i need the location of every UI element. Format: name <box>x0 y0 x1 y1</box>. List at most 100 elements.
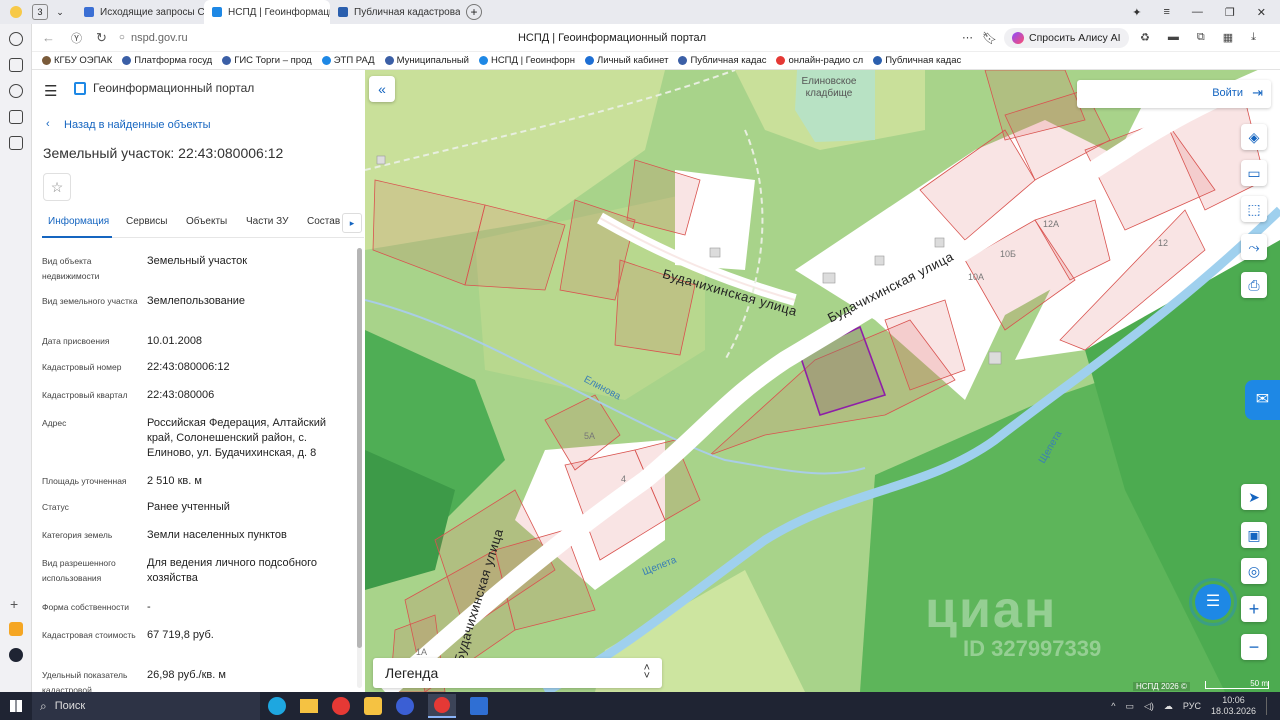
bookmark-item[interactable]: ГИС Торги – прод <box>222 55 312 66</box>
bookmark-item[interactable]: Платформа госуд <box>122 55 212 66</box>
panel-scrollbar[interactable] <box>357 248 362 688</box>
show-desktop-button[interactable] <box>1266 697 1274 715</box>
tab-list-chevron-icon[interactable]: ⌄ <box>52 7 68 18</box>
field-value[interactable]: 22:43:080006:12 <box>147 360 352 375</box>
login-icon[interactable]: ⇥ <box>1252 85 1263 101</box>
field-label: Статус <box>42 502 69 512</box>
yandex-browser-active-icon[interactable] <box>428 694 456 718</box>
download-icon[interactable]: ⤓ <box>1251 31 1256 44</box>
tab-services[interactable]: Сервисы <box>126 216 167 227</box>
bookmark-item[interactable]: ЭТП РАД <box>321 55 375 66</box>
tab-outgoing-requests[interactable]: Исходящие запросы СМЭ <box>76 0 204 24</box>
bookmark-icon[interactable]: 🔖︎ <box>982 31 997 45</box>
new-tab-button[interactable]: + <box>466 4 482 20</box>
reload-icon[interactable]: ↻ <box>96 30 107 46</box>
layers-icon[interactable]: ◈ <box>1241 124 1267 150</box>
add-panel-icon[interactable]: + <box>10 596 18 612</box>
tab-public-cadastral[interactable]: Публичная кадастровая к <box>330 0 460 24</box>
counter-icon[interactable] <box>9 110 23 124</box>
back-icon[interactable]: ← <box>42 30 55 45</box>
bookmark-item[interactable]: Муниципальный <box>384 55 469 66</box>
hamburger-menu-icon[interactable]: ☰ <box>44 82 57 100</box>
map-view[interactable]: Елиновское кладбище Будачихинская улица … <box>365 70 1280 692</box>
zoom-in-button[interactable]: + <box>1241 596 1267 622</box>
menu-icon[interactable]: ≡ <box>1163 6 1169 19</box>
sync-icon[interactable]: ☁ <box>1164 701 1173 712</box>
tabs-scroll-right-icon[interactable]: ▸ <box>342 213 362 233</box>
bookmark-item[interactable]: онлайн-радио сл <box>776 55 863 66</box>
tab-nspd[interactable]: НСПД | Геоинформацио✕ <box>204 0 330 24</box>
extension-icon[interactable]: ♻ <box>1140 31 1150 44</box>
zoom-out-button[interactable]: − <box>1241 634 1267 660</box>
login-button[interactable]: Войти <box>1212 87 1243 99</box>
extension-icon[interactable]: ⧉ <box>1197 31 1205 44</box>
browser-menu-icon[interactable] <box>0 0 32 24</box>
picture-in-picture-icon[interactable]: ▣ <box>1241 522 1267 548</box>
chat-support-icon[interactable]: ✉ <box>1245 380 1280 420</box>
windows-start-icon[interactable] <box>0 692 32 720</box>
more-icon[interactable]: ⋯ <box>962 31 973 44</box>
tab-land-parts[interactable]: Части ЗУ <box>246 216 288 227</box>
bookmark-favicon-icon <box>478 56 488 65</box>
house-number: 12 <box>1158 238 1169 248</box>
app-icon[interactable] <box>396 697 414 715</box>
geolocation-icon[interactable]: ◎ <box>1241 558 1267 584</box>
collapse-panel-icon[interactable]: « <box>369 76 395 102</box>
app-icon[interactable] <box>9 648 23 662</box>
yandex-icon[interactable]: Ⓨ <box>71 30 82 46</box>
bookmark-item[interactable]: Личный кабинет <box>584 55 668 66</box>
locate-icon[interactable]: ➤ <box>1241 484 1267 510</box>
network-icon[interactable]: ▭ <box>1125 701 1134 712</box>
tab-information[interactable]: Информация <box>48 216 109 227</box>
panel-scrollbar-thumb[interactable] <box>357 248 362 648</box>
field-value[interactable]: 22:43:080006 <box>147 388 352 403</box>
bookmark-favicon-icon <box>42 56 51 65</box>
house-number: 10А <box>968 272 985 282</box>
clock-date: 18.03.2026 <box>1210 706 1256 716</box>
app-icon[interactable] <box>364 697 382 715</box>
bookmark-item[interactable]: Публичная кадас <box>678 55 766 66</box>
legend-dropdown[interactable]: Легенда ˄ ˅ <box>373 658 662 688</box>
extension-icon[interactable]: ▦ <box>1223 31 1233 44</box>
volume-icon[interactable]: ◁) <box>1144 701 1154 712</box>
taskbar-search[interactable]: ⌕ Поиск <box>32 692 260 720</box>
app-icon[interactable] <box>9 622 23 636</box>
url-text[interactable]: nspd.gov.ru <box>131 32 188 44</box>
tab-counter[interactable]: 3 <box>32 4 48 20</box>
restore-icon[interactable]: ❐ <box>1225 6 1235 19</box>
tab-objects[interactable]: Объекты <box>186 216 227 227</box>
file-explorer-icon[interactable] <box>300 699 318 713</box>
ask-alice-button[interactable]: Спросить Алису AI <box>1004 28 1129 48</box>
back-link-chevron-icon[interactable]: ‹ <box>46 118 50 130</box>
portal-title: Геоинформационный портал <box>93 81 255 95</box>
tray-chevron-icon[interactable]: ^ <box>1111 701 1115 711</box>
clock-time: 10:06 <box>1222 695 1245 705</box>
bookmark-item[interactable]: КГБУ ОЭПАК <box>42 55 112 66</box>
gallery-icon[interactable] <box>9 136 23 150</box>
bookmark-item[interactable]: Публичная кадас <box>873 55 961 66</box>
yandex-browser-icon[interactable] <box>332 697 350 715</box>
map-canvas[interactable] <box>365 70 1280 692</box>
print-icon[interactable]: ⎙ <box>1241 272 1267 298</box>
bookmark-label: ЭТП РАД <box>333 55 375 66</box>
edge-icon[interactable] <box>268 697 286 715</box>
history-icon[interactable] <box>9 32 23 46</box>
tab-composition[interactable]: Состав <box>307 216 340 227</box>
back-to-results-link[interactable]: Назад в найденные объекты <box>64 119 211 131</box>
ruler-icon[interactable]: ▭ <box>1241 160 1267 186</box>
language-indicator[interactable]: РУС <box>1183 701 1201 711</box>
bookmark-item[interactable]: НСПД | Геоинфорн <box>478 55 575 66</box>
select-area-icon[interactable]: ⬚ <box>1241 196 1267 222</box>
minimize-icon[interactable]: — <box>1192 6 1203 19</box>
close-window-icon[interactable]: ✕ <box>1257 6 1266 19</box>
chat-bubble-button[interactable]: ☰ <box>1189 578 1237 626</box>
favorite-star-icon[interactable]: ☆ <box>43 173 71 201</box>
extension-icon[interactable]: ▬ <box>1168 31 1179 44</box>
share-icon[interactable]: ⤳ <box>1241 234 1267 260</box>
notes-icon[interactable] <box>9 58 23 72</box>
save-app-icon[interactable] <box>470 697 488 715</box>
alice-icon[interactable]: ✦ <box>1132 6 1141 19</box>
windows-taskbar: ⌕ Поиск ^ ▭ ◁) ☁ РУС 10:06 18.03.2026 <box>0 692 1280 720</box>
play-icon[interactable] <box>9 84 23 98</box>
clock[interactable]: 10:06 18.03.2026 <box>1211 695 1256 717</box>
